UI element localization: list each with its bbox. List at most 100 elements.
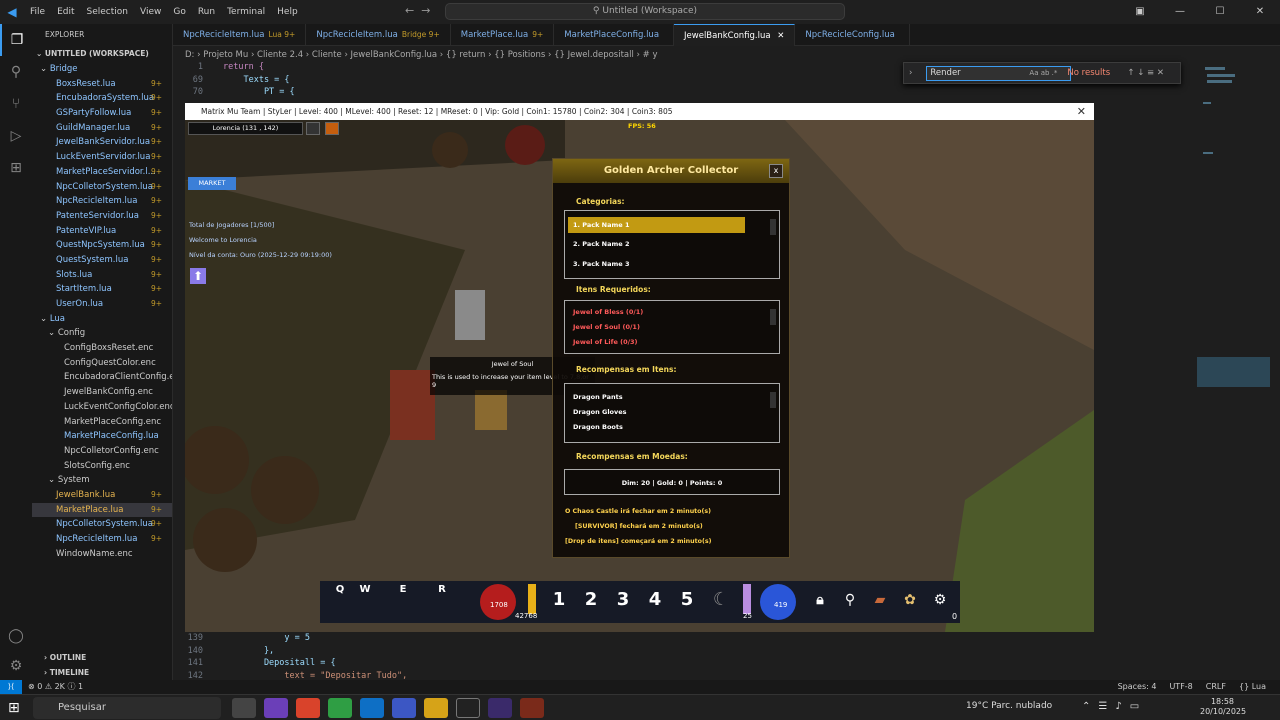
workspace-header[interactable]: ⌄ UNTITLED (WORKSPACE) [32,46,172,62]
mu-game-icon[interactable] [520,698,544,718]
status-item[interactable]: UTF-8 [1169,680,1192,694]
category-item[interactable]: 1. Pack Name 1 [568,217,745,233]
file-item[interactable]: MarketPlace.lua 9+ [32,502,172,518]
menu-item[interactable]: Go [173,7,185,17]
editor-tab[interactable]: MarketPlace.lua 9+ [451,24,555,46]
file-item[interactable]: NpcColletorSystem.lua 9+ [32,517,172,532]
volume-icon[interactable]: ♪ [1115,701,1121,712]
find-nav-icons[interactable]: ↑ ↓ ≡ ✕ [1127,68,1164,78]
layout-icon[interactable]: ▣ [1120,0,1160,24]
taskbar-search[interactable]: Pesquisar [33,697,221,719]
scrollbar[interactable] [770,309,776,325]
skill-key[interactable]: W [350,581,380,619]
task-view-icon[interactable] [232,698,256,718]
file-item[interactable]: GuildManager.lua 9+ [32,121,172,136]
menu-item[interactable]: Help [277,7,298,17]
menu-item[interactable]: Run [198,7,215,17]
lock-icon[interactable]: 🔒︎ [805,581,835,619]
file-item[interactable]: NpcColletorSystem.lua 9+ [32,180,172,195]
magnifier-icon[interactable]: ⚲ [835,581,865,619]
clock[interactable]: 18:58 20/10/2025 [1200,697,1246,717]
app-icon[interactable] [488,698,512,718]
file-item[interactable]: Slots.lua 9+ [32,268,172,283]
potion-slot[interactable]: 5 [672,581,702,619]
settings-gear-icon[interactable]: ⚙ [0,650,32,682]
file-item[interactable]: WindowName.enc [32,547,172,562]
potion-slot[interactable]: 4 [640,581,670,619]
chevron-right-icon[interactable]: › [909,68,912,78]
file-item[interactable]: UserOn.lua 9+ [32,297,172,312]
potion-slot[interactable]: 3 [608,581,638,619]
command-center[interactable]: ⚲ Untitled (Workspace) [445,3,845,20]
game-window[interactable]: Matrix Mu Team | StyLer | Level: 400 | M… [185,103,1094,632]
extensions-icon[interactable]: ⊞ [0,152,32,184]
visual-studio-icon[interactable] [392,698,416,718]
folder-item[interactable]: ⌄ System [32,473,172,488]
nav-arrows[interactable]: ← → [405,4,430,17]
file-item[interactable]: SlotsConfig.enc [32,459,172,474]
file-item[interactable]: ConfigBoxsReset.enc [32,341,172,356]
folder-item[interactable]: ⌄ Bridge [32,62,172,77]
file-item[interactable]: MarketPlaceConfig.enc [32,415,172,430]
bag-icon[interactable]: ▰ [865,581,895,619]
scrollbar[interactable] [770,392,776,408]
network-icon[interactable]: ☰ [1098,701,1107,712]
close-icon[interactable]: ✕ [1240,0,1280,24]
outline-header[interactable]: › OUTLINE [32,650,172,665]
skill-key[interactable]: R [427,581,457,619]
folder-item[interactable]: ⌄ Config [32,326,172,341]
npc-archer[interactable] [390,370,435,440]
breadcrumb[interactable]: D: › Projeto Mu › Cliente 2.4 › Cliente … [185,48,658,62]
weather[interactable]: 19°C Parc. nublado [966,701,1052,711]
menu-item[interactable]: Selection [87,7,128,17]
file-explorer-icon[interactable] [424,698,448,718]
tab-close-icon[interactable]: ✕ [775,31,784,41]
maximize-icon[interactable]: ☐ [1200,0,1240,24]
options-gear-icon[interactable]: ⚙ [925,581,955,619]
problems-status[interactable]: ⊗ 0 ⚠ 2K ⓘ 1 [28,680,83,694]
file-item[interactable]: NpcRecicleItem.lua 9+ [32,532,172,547]
minimap[interactable] [1195,62,1270,392]
file-item[interactable]: PatenteVIP.lua 9+ [32,224,172,239]
file-item[interactable]: GSPartyFollow.lua 9+ [32,106,172,121]
file-item[interactable]: QuestNpcSystem.lua 9+ [32,238,172,253]
file-item[interactable]: EncubadoraClientConfig.e... [32,370,172,385]
system-tray[interactable]: ⌃ ☰ ♪ ▭ [1082,701,1139,712]
file-item[interactable]: QuestSystem.lua 9+ [32,253,172,268]
category-item[interactable]: 2. Pack Name 2 [573,240,629,248]
app-icon[interactable] [264,698,288,718]
minimize-icon[interactable]: — [1160,0,1200,24]
minimap-slider[interactable] [1197,357,1270,387]
editor-tab[interactable]: MarketPlaceConfig.lua [554,24,675,46]
excel-icon[interactable] [328,698,352,718]
file-item[interactable]: MarketPlaceConfig.lua [32,429,172,444]
code-line[interactable]: 139 y = 5 [173,632,1203,645]
file-item[interactable]: EncubadoraSystem.lua 9+ [32,91,172,106]
code-line[interactable]: 141 Depositall = { [173,657,1203,670]
vscode-taskbar-icon[interactable] [360,698,384,718]
panel-close-button[interactable]: x [769,164,783,178]
file-item[interactable]: StartItem.lua 9+ [32,282,172,297]
chrome-icon[interactable] [296,698,320,718]
potion-slot[interactable]: 1 [544,581,574,619]
code-editor-bottom[interactable]: 139 y = 5 140 }, 141 Depositall = {142 tex… [173,632,1203,682]
editor-tab[interactable]: NpcRecicleItem.lua Lua 9+ [173,24,307,46]
search-icon[interactable]: ⚲ [0,56,32,88]
pet-icon[interactable]: ✿ [895,581,925,619]
arrow-icon[interactable] [306,122,320,135]
scrollbar[interactable] [770,219,776,235]
remote-icon[interactable]: ⟩⟨ [0,680,22,694]
code-line[interactable]: 70 PT = { [173,86,1203,99]
github-icon[interactable] [456,698,480,718]
file-item[interactable]: NpcRecicleItem.lua 9+ [32,194,172,209]
category-item[interactable]: 3. Pack Name 3 [573,260,629,268]
menu-item[interactable]: View [140,7,161,17]
explorer-icon[interactable]: ❐ [0,24,32,56]
battery-icon[interactable]: ▭ [1130,701,1139,712]
chevron-up-icon[interactable]: ⌃ [1082,701,1090,712]
run-debug-icon[interactable]: ▷ [0,120,32,152]
play-icon[interactable] [325,122,339,135]
file-item[interactable]: JewelBankConfig.enc [32,385,172,400]
file-item[interactable]: JewelBankServidor.lua 9+ [32,135,172,150]
status-item[interactable]: Spaces: 4 [1118,680,1157,694]
